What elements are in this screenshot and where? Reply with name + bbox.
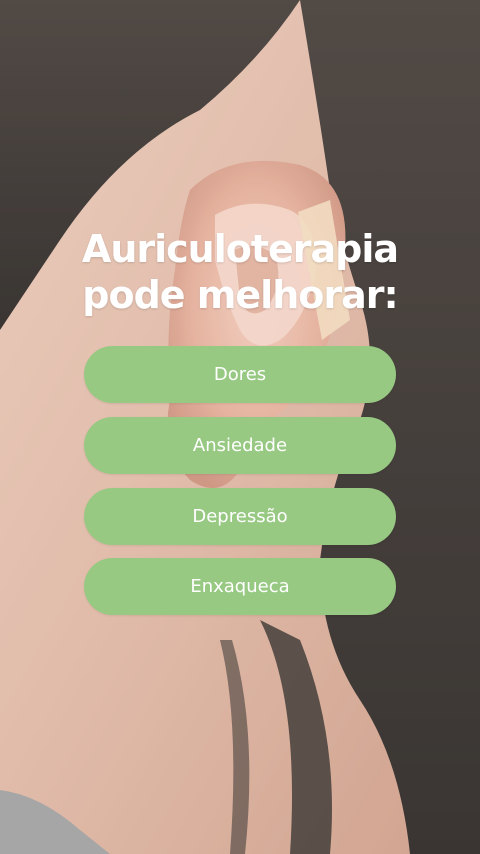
benefit-pill-ansiedade: Ansiedade: [84, 417, 396, 474]
headline: Auriculoterapia pode melhorar:: [0, 226, 480, 318]
headline-line-2: pode melhorar:: [82, 273, 398, 317]
benefit-pill-dores: Dores: [84, 346, 396, 403]
headline-line-1: Auriculoterapia: [81, 227, 399, 271]
benefit-pill-depressao: Depressão: [84, 488, 396, 545]
benefit-pill-enxaqueca: Enxaqueca: [84, 558, 396, 615]
story-canvas: Auriculoterapia pode melhorar: Dores Ans…: [0, 0, 480, 854]
